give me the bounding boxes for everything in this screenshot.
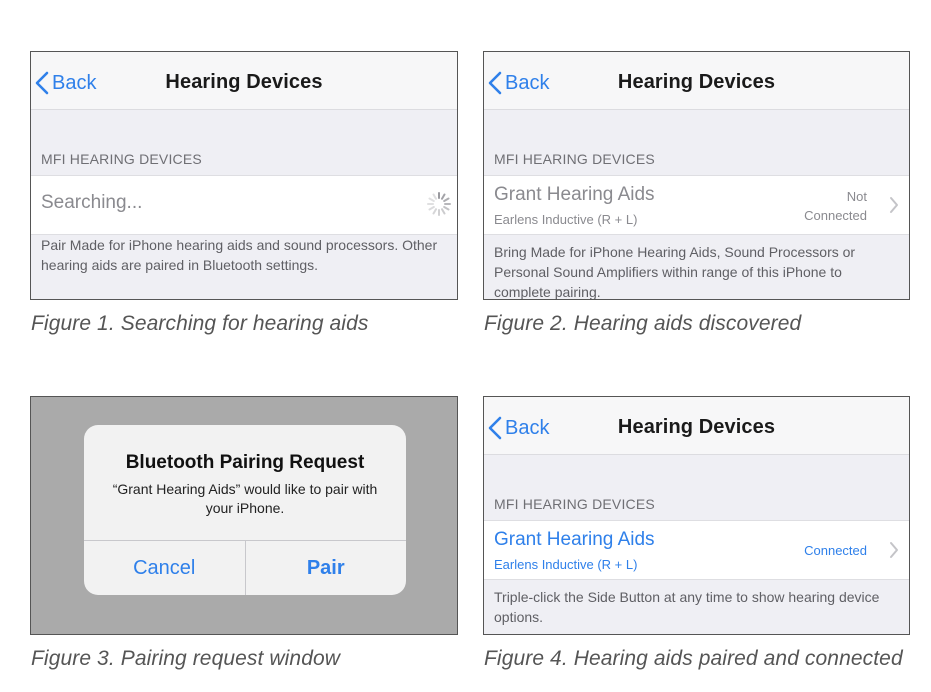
- device-type: Earlens Inductive (R + L): [494, 557, 638, 572]
- figure-3-screenshot: Bluetooth Pairing Request “Grant Hearing…: [30, 396, 458, 635]
- navigation-bar: Back Hearing Devices: [484, 52, 909, 110]
- device-name: Grant Hearing Aids: [494, 184, 655, 205]
- chevron-right-icon: [890, 197, 898, 213]
- status-line-1: Not: [846, 189, 867, 204]
- section-header: MFI HEARING DEVICES: [494, 151, 655, 167]
- footer-note: Pair Made for iPhone hearing aids and so…: [41, 237, 438, 273]
- navigation-bar: Back Hearing Devices: [484, 397, 909, 455]
- status-line-2: Connected: [804, 208, 867, 223]
- alert-buttons: Cancel Pair: [84, 540, 406, 595]
- device-row[interactable]: Grant Hearing Aids Earlens Inductive (R …: [484, 175, 909, 235]
- section-header: MFI HEARING DEVICES: [494, 496, 655, 512]
- searching-label: Searching...: [41, 192, 143, 213]
- navigation-bar: Back Hearing Devices: [31, 52, 457, 110]
- device-type: Earlens Inductive (R + L): [494, 212, 638, 227]
- searching-row: Searching...: [31, 175, 457, 235]
- footer-note: Triple-click the Side Button at any time…: [494, 589, 880, 625]
- figure-1-caption: Figure 1. Searching for hearing aids: [31, 312, 369, 335]
- page-title: Hearing Devices: [617, 71, 776, 93]
- figure-3-caption: Figure 3. Pairing request window: [31, 647, 341, 670]
- device-row[interactable]: Grant Hearing Aids Earlens Inductive (R …: [484, 520, 909, 580]
- figure-2-screenshot: Back Hearing Devices MFI HEARING DEVICES…: [483, 51, 910, 300]
- pair-button[interactable]: Pair: [246, 541, 407, 595]
- pairing-alert: Bluetooth Pairing Request “Grant Hearing…: [84, 425, 406, 595]
- connection-status: Not Connected: [804, 187, 867, 225]
- spinner-icon: [427, 192, 451, 216]
- section-header: MFI HEARING DEVICES: [41, 151, 202, 167]
- figure-2-caption: Figure 2. Hearing aids discovered: [484, 312, 802, 335]
- footer-note: Bring Made for iPhone Hearing Aids, Soun…: [494, 244, 856, 300]
- figure-4-screenshot: Back Hearing Devices MFI HEARING DEVICES…: [483, 396, 910, 635]
- figure-1-screenshot: Back Hearing Devices MFI HEARING DEVICES…: [30, 51, 458, 300]
- cancel-button[interactable]: Cancel: [84, 541, 246, 595]
- chevron-right-icon: [890, 542, 898, 558]
- device-name: Grant Hearing Aids: [494, 529, 655, 550]
- alert-title: Bluetooth Pairing Request: [125, 452, 365, 473]
- connection-status: Connected: [804, 543, 867, 558]
- alert-message: “Grant Hearing Aids” would like to pair …: [112, 481, 378, 516]
- figure-4-caption: Figure 4. Hearing aids paired and connec…: [484, 647, 903, 670]
- page-title: Hearing Devices: [165, 71, 323, 93]
- page-title: Hearing Devices: [617, 416, 776, 438]
